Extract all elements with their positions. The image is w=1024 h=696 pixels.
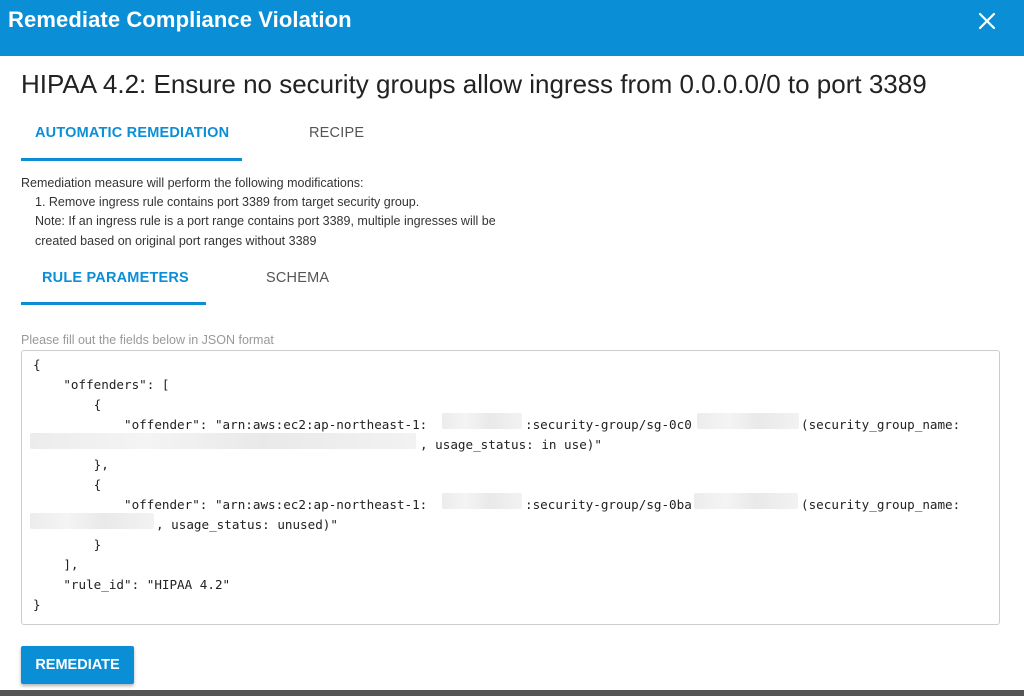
- code-line: ],: [33, 557, 79, 572]
- dialog-title: Remediate Compliance Violation: [8, 7, 352, 32]
- code-line: }: [33, 597, 41, 612]
- code-line: , usage_status: in use)": [420, 437, 602, 452]
- code-line: :security-group/sg-0ba: [525, 497, 692, 512]
- code-line: {: [33, 397, 102, 412]
- tab-schema[interactable]: SCHEMA: [266, 270, 329, 286]
- description-line: created based on original port ranges wi…: [35, 234, 317, 248]
- description-line: 1. Remove ingress rule contains port 338…: [35, 195, 420, 209]
- redacted-account-id: [442, 413, 522, 429]
- code-line: }: [33, 537, 102, 552]
- code-line: {: [33, 357, 41, 372]
- code-line: {: [33, 477, 102, 492]
- code-line: "offender": "arn:aws:ec2:ap-northeast-1:: [33, 417, 428, 432]
- code-line: (security_group_name:: [801, 417, 961, 432]
- tab-indicator: [21, 158, 242, 161]
- editor-hint: Please fill out the fields below in JSON…: [21, 333, 274, 347]
- dialog-titlebar: Remediate Compliance Violation: [0, 0, 1024, 56]
- description-line: Remediation measure will perform the fol…: [21, 176, 364, 190]
- code-line: "rule_id": "HIPAA 4.2": [33, 577, 231, 592]
- redacted-account-id: [442, 493, 522, 509]
- redacted-group-id: [694, 493, 798, 509]
- rule-heading: HIPAA 4.2: Ensure no security groups all…: [21, 69, 927, 99]
- tab-automatic-remediation[interactable]: AUTOMATIC REMEDIATION: [35, 125, 229, 141]
- tab-rule-parameters[interactable]: RULE PARAMETERS: [42, 270, 189, 286]
- code-line: , usage_status: unused)": [156, 517, 338, 532]
- json-editor[interactable]: { "offenders": [ { "offender": "arn:aws:…: [21, 350, 1000, 625]
- description-line: Note: If an ingress rule is a port range…: [35, 214, 496, 228]
- bottom-edge: [0, 690, 1024, 696]
- code-line: "offenders": [: [33, 377, 170, 392]
- redacted-group-id: [697, 413, 799, 429]
- remediate-button[interactable]: REMEDIATE: [21, 646, 134, 684]
- code-line: "offender": "arn:aws:ec2:ap-northeast-1:: [33, 497, 428, 512]
- redacted-group-name: [30, 433, 416, 449]
- code-line: :security-group/sg-0c0: [525, 417, 692, 432]
- code-line: (security_group_name:: [801, 497, 961, 512]
- close-icon[interactable]: [972, 6, 1004, 38]
- subtab-indicator: [21, 302, 206, 305]
- tab-recipe[interactable]: RECIPE: [309, 125, 364, 141]
- redacted-group-name: [30, 513, 154, 529]
- code-line: },: [33, 457, 109, 472]
